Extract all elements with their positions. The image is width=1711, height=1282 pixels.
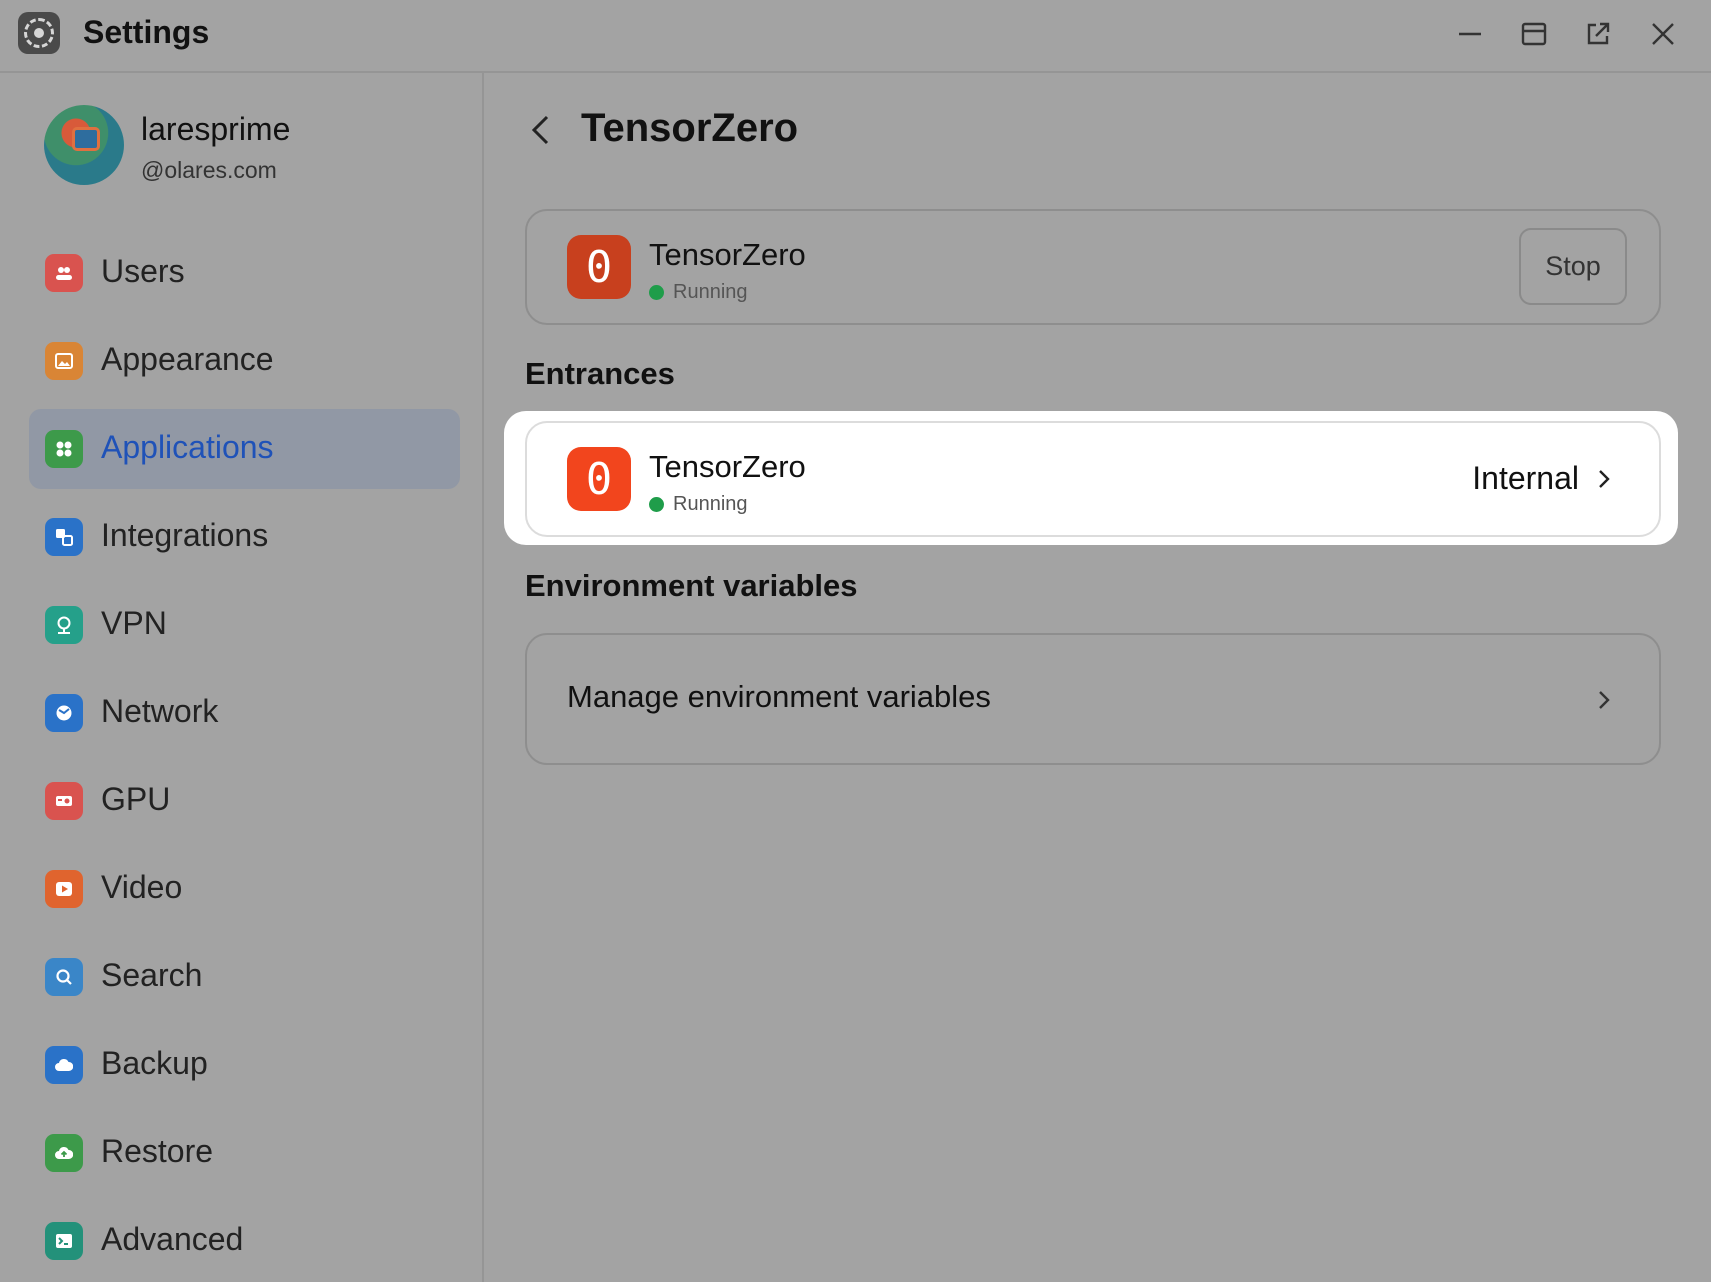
stop-button[interactable]: Stop: [1519, 228, 1627, 305]
sidebar: laresprime @olares.com Users Appearance …: [0, 73, 484, 1282]
vpn-icon: [45, 606, 83, 644]
sidebar-item-label: VPN: [101, 605, 167, 641]
minimize-button[interactable]: [1450, 14, 1490, 54]
app-status: Running: [649, 281, 748, 304]
app-icon-glyph: 0: [585, 241, 613, 293]
maximize-button[interactable]: [1514, 14, 1554, 54]
entrance-item[interactable]: 0 TensorZero Running Internal: [525, 421, 1661, 537]
entrance-access: Internal: [1472, 460, 1615, 497]
sidebar-item-label: Restore: [101, 1133, 214, 1169]
cloud-icon: [45, 1046, 83, 1084]
chevron-right-icon: [1599, 691, 1610, 709]
sidebar-item-integrations[interactable]: Integrations: [29, 497, 460, 577]
entrances-heading: Entrances: [525, 356, 675, 391]
gear-icon: [24, 18, 54, 48]
profile-domain: @olares.com: [141, 157, 277, 183]
app-status-card: 0 TensorZero Running Stop: [525, 209, 1661, 325]
open-external-button[interactable]: [1578, 14, 1618, 54]
sidebar-item-vpn[interactable]: VPN: [29, 585, 460, 665]
open-external-icon: [1587, 22, 1610, 45]
sidebar-item-gpu[interactable]: GPU: [29, 761, 460, 841]
sidebar-item-applications[interactable]: Applications: [29, 409, 460, 489]
gpu-icon: [45, 782, 83, 820]
manage-env-label: Manage environment variables: [567, 679, 991, 714]
tensorzero-app-icon: 0: [567, 235, 631, 299]
minimize-icon: [1459, 32, 1481, 36]
sidebar-item-label: Network: [101, 693, 219, 729]
profile-name: laresprime: [141, 111, 291, 147]
sidebar-item-label: Integrations: [101, 517, 269, 553]
terminal-icon: [45, 1222, 83, 1260]
entrance-icon-glyph: 0: [585, 453, 613, 505]
status-text: Running: [673, 493, 748, 515]
env-heading: Environment variables: [525, 568, 858, 603]
maximize-icon: [1521, 22, 1547, 46]
sidebar-item-label: Advanced: [101, 1221, 244, 1257]
integrations-icon: [45, 518, 83, 556]
settings-app-icon: [18, 12, 60, 54]
app-name: TensorZero: [649, 237, 806, 272]
status-dot-icon: [649, 285, 664, 300]
back-button[interactable]: [524, 112, 560, 148]
apps-icon: [45, 430, 83, 468]
sidebar-item-network[interactable]: Network: [29, 673, 460, 753]
chevron-right-icon: [1599, 469, 1610, 488]
sidebar-item-label: Video: [101, 869, 183, 905]
sidebar-item-label: Users: [101, 253, 185, 289]
avatar[interactable]: [44, 105, 124, 185]
sidebar-item-users[interactable]: Users: [29, 233, 460, 313]
status-text: Running: [673, 281, 748, 303]
tensorzero-entrance-icon: 0: [567, 447, 631, 511]
access-label: Internal: [1472, 460, 1579, 496]
image-icon: [45, 342, 83, 380]
network-icon: [45, 694, 83, 732]
restore-icon: [45, 1134, 83, 1172]
title-bar: Settings: [0, 0, 1711, 73]
sidebar-item-label: GPU: [101, 781, 171, 817]
robot-avatar-icon: [72, 127, 100, 151]
window-title: Settings: [83, 14, 210, 50]
sidebar-item-video[interactable]: Video: [29, 849, 460, 929]
sidebar-item-appearance[interactable]: Appearance: [29, 321, 460, 401]
sidebar-item-label: Backup: [101, 1045, 208, 1081]
chevron-left-icon: [531, 115, 549, 145]
entrance-name: TensorZero: [649, 449, 806, 484]
entrance-status: Running: [649, 493, 748, 516]
close-icon: [1652, 23, 1674, 45]
sidebar-item-label: Search: [101, 957, 203, 993]
sidebar-item-search[interactable]: Search: [29, 937, 460, 1017]
sidebar-item-backup[interactable]: Backup: [29, 1025, 460, 1105]
sidebar-item-label: Applications: [101, 429, 274, 465]
sidebar-item-label: Appearance: [101, 341, 274, 377]
sidebar-item-advanced[interactable]: Advanced: [29, 1201, 460, 1281]
users-icon: [45, 254, 83, 292]
sidebar-item-restore[interactable]: Restore: [29, 1113, 460, 1193]
search-icon: [45, 958, 83, 996]
video-icon: [45, 870, 83, 908]
status-dot-icon: [649, 497, 664, 512]
manage-env-item[interactable]: Manage environment variables: [525, 633, 1661, 765]
page-title: TensorZero: [581, 106, 799, 150]
close-button[interactable]: [1643, 14, 1683, 54]
